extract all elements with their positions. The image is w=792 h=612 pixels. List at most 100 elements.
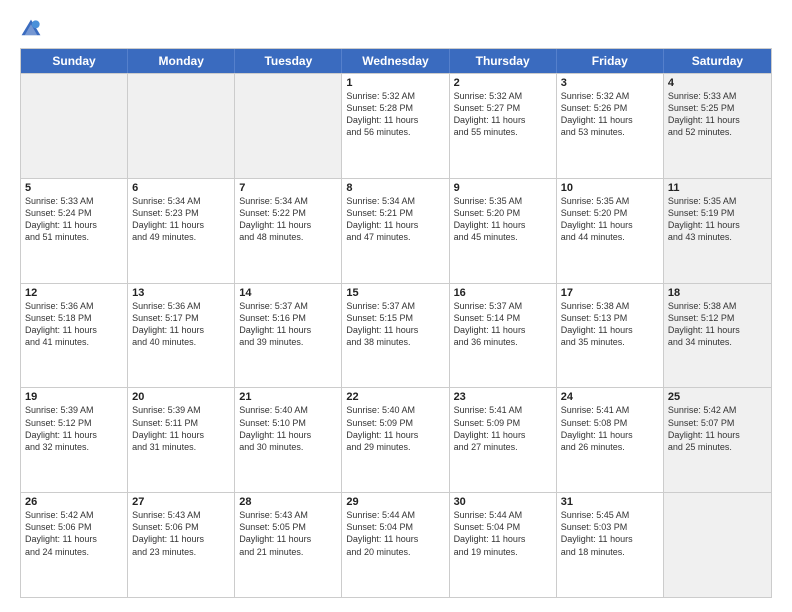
day-number: 15 [346,287,444,299]
day-detail: Sunrise: 5:38 AM Sunset: 5:13 PM Dayligh… [561,300,659,349]
calendar-header-row: SundayMondayTuesdayWednesdayThursdayFrid… [21,49,771,73]
calendar-cell: 20Sunrise: 5:39 AM Sunset: 5:11 PM Dayli… [128,388,235,492]
day-detail: Sunrise: 5:43 AM Sunset: 5:06 PM Dayligh… [132,509,230,558]
calendar-cell: 17Sunrise: 5:38 AM Sunset: 5:13 PM Dayli… [557,284,664,388]
day-detail: Sunrise: 5:39 AM Sunset: 5:12 PM Dayligh… [25,404,123,453]
day-number: 2 [454,77,552,89]
calendar-cell: 11Sunrise: 5:35 AM Sunset: 5:19 PM Dayli… [664,179,771,283]
day-number: 29 [346,496,444,508]
calendar-cell: 5Sunrise: 5:33 AM Sunset: 5:24 PM Daylig… [21,179,128,283]
calendar-cell: 24Sunrise: 5:41 AM Sunset: 5:08 PM Dayli… [557,388,664,492]
day-number: 7 [239,182,337,194]
calendar-cell: 6Sunrise: 5:34 AM Sunset: 5:23 PM Daylig… [128,179,235,283]
calendar-week-4: 19Sunrise: 5:39 AM Sunset: 5:12 PM Dayli… [21,387,771,492]
day-detail: Sunrise: 5:37 AM Sunset: 5:14 PM Dayligh… [454,300,552,349]
day-detail: Sunrise: 5:40 AM Sunset: 5:10 PM Dayligh… [239,404,337,453]
day-detail: Sunrise: 5:43 AM Sunset: 5:05 PM Dayligh… [239,509,337,558]
day-number: 16 [454,287,552,299]
day-number: 30 [454,496,552,508]
logo-icon [20,18,42,40]
calendar: SundayMondayTuesdayWednesdayThursdayFrid… [20,48,772,598]
calendar-cell: 19Sunrise: 5:39 AM Sunset: 5:12 PM Dayli… [21,388,128,492]
calendar-cell: 4Sunrise: 5:33 AM Sunset: 5:25 PM Daylig… [664,74,771,178]
day-detail: Sunrise: 5:42 AM Sunset: 5:06 PM Dayligh… [25,509,123,558]
calendar-cell [235,74,342,178]
day-number: 13 [132,287,230,299]
day-header-monday: Monday [128,49,235,73]
day-detail: Sunrise: 5:37 AM Sunset: 5:16 PM Dayligh… [239,300,337,349]
calendar-cell: 10Sunrise: 5:35 AM Sunset: 5:20 PM Dayli… [557,179,664,283]
day-detail: Sunrise: 5:37 AM Sunset: 5:15 PM Dayligh… [346,300,444,349]
day-number: 3 [561,77,659,89]
calendar-cell: 3Sunrise: 5:32 AM Sunset: 5:26 PM Daylig… [557,74,664,178]
calendar-cell: 2Sunrise: 5:32 AM Sunset: 5:27 PM Daylig… [450,74,557,178]
calendar-cell: 18Sunrise: 5:38 AM Sunset: 5:12 PM Dayli… [664,284,771,388]
calendar-week-1: 1Sunrise: 5:32 AM Sunset: 5:28 PM Daylig… [21,73,771,178]
calendar-cell: 28Sunrise: 5:43 AM Sunset: 5:05 PM Dayli… [235,493,342,597]
day-number: 21 [239,391,337,403]
day-number: 23 [454,391,552,403]
calendar-cell: 16Sunrise: 5:37 AM Sunset: 5:14 PM Dayli… [450,284,557,388]
day-number: 28 [239,496,337,508]
day-detail: Sunrise: 5:34 AM Sunset: 5:22 PM Dayligh… [239,195,337,244]
day-header-tuesday: Tuesday [235,49,342,73]
calendar-cell: 25Sunrise: 5:42 AM Sunset: 5:07 PM Dayli… [664,388,771,492]
day-number: 31 [561,496,659,508]
calendar-cell: 26Sunrise: 5:42 AM Sunset: 5:06 PM Dayli… [21,493,128,597]
day-number: 20 [132,391,230,403]
day-header-thursday: Thursday [450,49,557,73]
day-number: 12 [25,287,123,299]
day-detail: Sunrise: 5:41 AM Sunset: 5:08 PM Dayligh… [561,404,659,453]
calendar-cell [21,74,128,178]
day-number: 24 [561,391,659,403]
header [20,18,772,40]
day-number: 4 [668,77,767,89]
day-detail: Sunrise: 5:44 AM Sunset: 5:04 PM Dayligh… [454,509,552,558]
day-detail: Sunrise: 5:42 AM Sunset: 5:07 PM Dayligh… [668,404,767,453]
day-detail: Sunrise: 5:35 AM Sunset: 5:19 PM Dayligh… [668,195,767,244]
day-number: 25 [668,391,767,403]
calendar-week-2: 5Sunrise: 5:33 AM Sunset: 5:24 PM Daylig… [21,178,771,283]
day-detail: Sunrise: 5:35 AM Sunset: 5:20 PM Dayligh… [561,195,659,244]
day-number: 10 [561,182,659,194]
day-number: 19 [25,391,123,403]
day-detail: Sunrise: 5:35 AM Sunset: 5:20 PM Dayligh… [454,195,552,244]
day-header-wednesday: Wednesday [342,49,449,73]
day-detail: Sunrise: 5:32 AM Sunset: 5:27 PM Dayligh… [454,90,552,139]
page: SundayMondayTuesdayWednesdayThursdayFrid… [0,0,792,612]
day-number: 9 [454,182,552,194]
day-detail: Sunrise: 5:36 AM Sunset: 5:17 PM Dayligh… [132,300,230,349]
calendar-cell: 13Sunrise: 5:36 AM Sunset: 5:17 PM Dayli… [128,284,235,388]
calendar-cell: 21Sunrise: 5:40 AM Sunset: 5:10 PM Dayli… [235,388,342,492]
day-number: 5 [25,182,123,194]
calendar-week-5: 26Sunrise: 5:42 AM Sunset: 5:06 PM Dayli… [21,492,771,597]
day-detail: Sunrise: 5:34 AM Sunset: 5:21 PM Dayligh… [346,195,444,244]
logo [20,18,46,40]
calendar-cell [128,74,235,178]
day-detail: Sunrise: 5:40 AM Sunset: 5:09 PM Dayligh… [346,404,444,453]
day-number: 11 [668,182,767,194]
calendar-cell: 31Sunrise: 5:45 AM Sunset: 5:03 PM Dayli… [557,493,664,597]
day-number: 1 [346,77,444,89]
day-detail: Sunrise: 5:41 AM Sunset: 5:09 PM Dayligh… [454,404,552,453]
day-number: 17 [561,287,659,299]
day-detail: Sunrise: 5:32 AM Sunset: 5:26 PM Dayligh… [561,90,659,139]
calendar-cell: 12Sunrise: 5:36 AM Sunset: 5:18 PM Dayli… [21,284,128,388]
day-detail: Sunrise: 5:33 AM Sunset: 5:24 PM Dayligh… [25,195,123,244]
calendar-cell [664,493,771,597]
day-number: 18 [668,287,767,299]
calendar-cell: 9Sunrise: 5:35 AM Sunset: 5:20 PM Daylig… [450,179,557,283]
day-detail: Sunrise: 5:44 AM Sunset: 5:04 PM Dayligh… [346,509,444,558]
calendar-cell: 14Sunrise: 5:37 AM Sunset: 5:16 PM Dayli… [235,284,342,388]
calendar-cell: 15Sunrise: 5:37 AM Sunset: 5:15 PM Dayli… [342,284,449,388]
day-detail: Sunrise: 5:39 AM Sunset: 5:11 PM Dayligh… [132,404,230,453]
calendar-cell: 29Sunrise: 5:44 AM Sunset: 5:04 PM Dayli… [342,493,449,597]
day-number: 26 [25,496,123,508]
calendar-cell: 7Sunrise: 5:34 AM Sunset: 5:22 PM Daylig… [235,179,342,283]
day-detail: Sunrise: 5:34 AM Sunset: 5:23 PM Dayligh… [132,195,230,244]
day-detail: Sunrise: 5:38 AM Sunset: 5:12 PM Dayligh… [668,300,767,349]
day-number: 27 [132,496,230,508]
day-detail: Sunrise: 5:36 AM Sunset: 5:18 PM Dayligh… [25,300,123,349]
calendar-week-3: 12Sunrise: 5:36 AM Sunset: 5:18 PM Dayli… [21,283,771,388]
day-detail: Sunrise: 5:45 AM Sunset: 5:03 PM Dayligh… [561,509,659,558]
